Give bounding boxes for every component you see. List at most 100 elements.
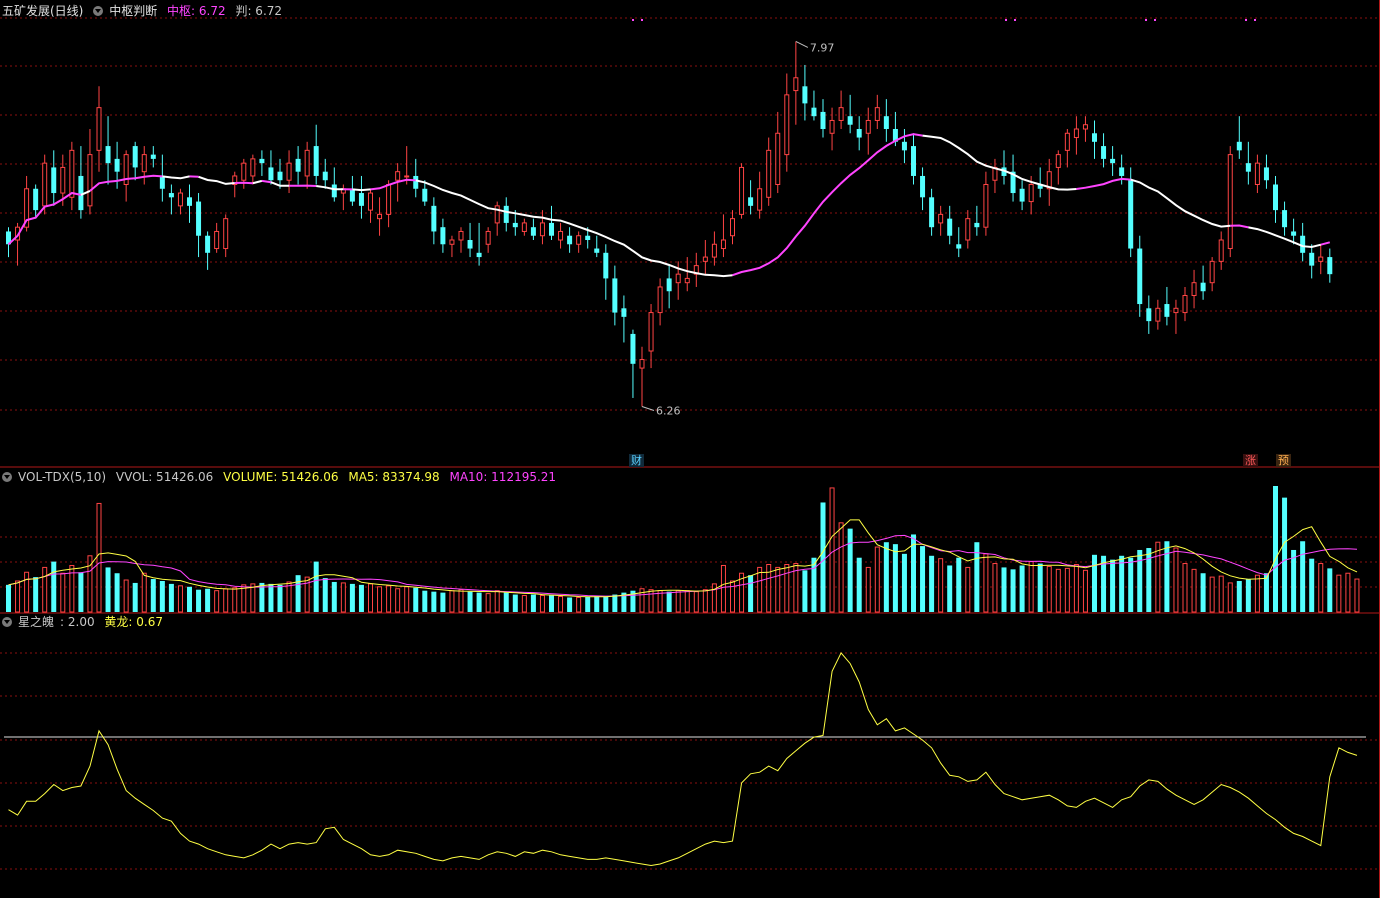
candle-body-up <box>1318 256 1324 262</box>
candle-body-up <box>539 222 545 237</box>
volume-bar-down <box>268 583 274 612</box>
candle-body-up <box>1155 307 1161 322</box>
osc-indicator-name[interactable]: 星之魄 <box>18 615 54 629</box>
volume-bar-down <box>820 502 826 612</box>
candle-body-down <box>956 244 962 249</box>
candle-body-down <box>159 175 165 189</box>
price-panel-header: 五矿发展(日线) 中枢判断 中枢: 6.72 判: 6.72 <box>2 3 288 19</box>
volume-bar-up <box>395 588 401 613</box>
volume-bar-up <box>521 595 527 613</box>
candle-body-up <box>1191 282 1197 297</box>
volume-bar-down <box>413 587 419 612</box>
volume-bar-up <box>784 564 790 613</box>
trend-line <box>415 179 733 278</box>
candle-body-up <box>793 77 799 92</box>
volume-bar-down <box>1309 558 1315 612</box>
candle-body-up <box>648 312 654 352</box>
volume-bar-down <box>6 584 11 612</box>
indicator-name[interactable]: 中枢判断 <box>109 4 157 18</box>
trend-line <box>922 134 1077 191</box>
volume-bar-down <box>331 581 337 612</box>
volume-bar-up <box>141 572 147 613</box>
volume-bar-up <box>1064 567 1070 613</box>
volume-bar-down <box>1001 567 1007 612</box>
candle-body-up <box>1227 154 1233 250</box>
candle-body-down <box>150 154 156 159</box>
candle-body-down <box>168 193 174 198</box>
volume-bar-down <box>856 557 862 612</box>
forecast-marker[interactable]: 预 <box>1276 454 1291 467</box>
candle-body-down <box>196 201 202 236</box>
volume-bar-up <box>829 487 835 613</box>
volume-bar-up <box>340 582 346 613</box>
volume-bar-down <box>187 586 192 612</box>
volume-bar-up <box>24 571 30 613</box>
candle-body-up <box>829 119 835 134</box>
candle-body-down <box>413 175 419 189</box>
volume-bar-down <box>883 542 889 612</box>
volume-bar-up <box>992 563 998 613</box>
volume-bar-up <box>1082 569 1088 613</box>
trend-line <box>1130 178 1231 228</box>
candle-body-up <box>965 218 971 241</box>
volume-bar-down <box>549 595 554 612</box>
candle-body-down <box>947 218 953 236</box>
volume-bar-down <box>1273 486 1278 612</box>
ma10-value: MA10: 112195.21 <box>449 470 557 484</box>
dropdown-icon[interactable] <box>93 6 104 16</box>
volume-bar-up <box>1318 563 1324 613</box>
candle-body-down <box>1263 167 1269 181</box>
candle-body-down <box>349 188 355 202</box>
candle-body-down <box>549 222 554 236</box>
candle-body-up <box>368 192 373 211</box>
volume-indicator-name[interactable]: VOL-TDX(5,10) <box>18 470 106 484</box>
volume-bar-up <box>485 593 491 613</box>
candle-body-down <box>630 333 636 364</box>
candle-body-down <box>1245 163 1251 172</box>
volume-bar-down <box>358 584 364 612</box>
dropdown-icon[interactable] <box>2 617 12 627</box>
candle-body-down <box>1164 304 1170 317</box>
candle-body-down <box>1101 146 1107 159</box>
trend-line <box>1320 241 1331 246</box>
candle-body-up <box>177 192 183 207</box>
volume-bar-up <box>377 586 383 613</box>
finance-marker[interactable]: 财 <box>629 454 644 467</box>
volume-bar-up <box>865 566 871 613</box>
candle-body-up <box>377 213 383 220</box>
candle-body-up <box>304 149 310 177</box>
candle-body-up <box>141 154 147 173</box>
candle-body-up <box>1028 184 1034 203</box>
volume-bar-up <box>1227 582 1233 613</box>
stock-title[interactable]: 五矿发展(日线) <box>2 4 83 18</box>
volume-bar-down <box>612 594 618 612</box>
candles-layer <box>6 41 1333 407</box>
volume-bar-down <box>603 596 609 612</box>
candle-body-up <box>449 239 455 245</box>
signal-dot <box>632 19 634 21</box>
candle-body-up <box>69 149 75 198</box>
candle-body-down <box>911 146 916 176</box>
volume-bar-up <box>177 585 183 613</box>
rise-marker[interactable]: 涨 <box>1243 454 1258 467</box>
candle-body-down <box>331 184 337 198</box>
volume-bar-up <box>965 566 971 613</box>
volume-bar-down <box>440 592 446 612</box>
volume-bar-up <box>576 596 582 613</box>
volume-bar-up <box>250 583 256 613</box>
candle-body-down <box>205 235 211 253</box>
candle-body-up <box>395 171 401 181</box>
volume-bar-up <box>757 566 763 613</box>
volume-bar-up <box>241 584 247 613</box>
grid-lines <box>0 17 1378 870</box>
candle-body-down <box>585 235 591 240</box>
volume-bar-down <box>1128 557 1134 612</box>
candle-body-up <box>1182 295 1188 314</box>
judge-value: 判: 6.72 <box>235 4 283 18</box>
volume-bar-up <box>874 546 880 613</box>
candle-body-up <box>558 230 564 241</box>
dropdown-icon[interactable] <box>2 472 12 482</box>
volume-bar-down <box>1119 555 1125 612</box>
panel-separators <box>0 0 1380 898</box>
candle-body-up <box>838 107 844 121</box>
